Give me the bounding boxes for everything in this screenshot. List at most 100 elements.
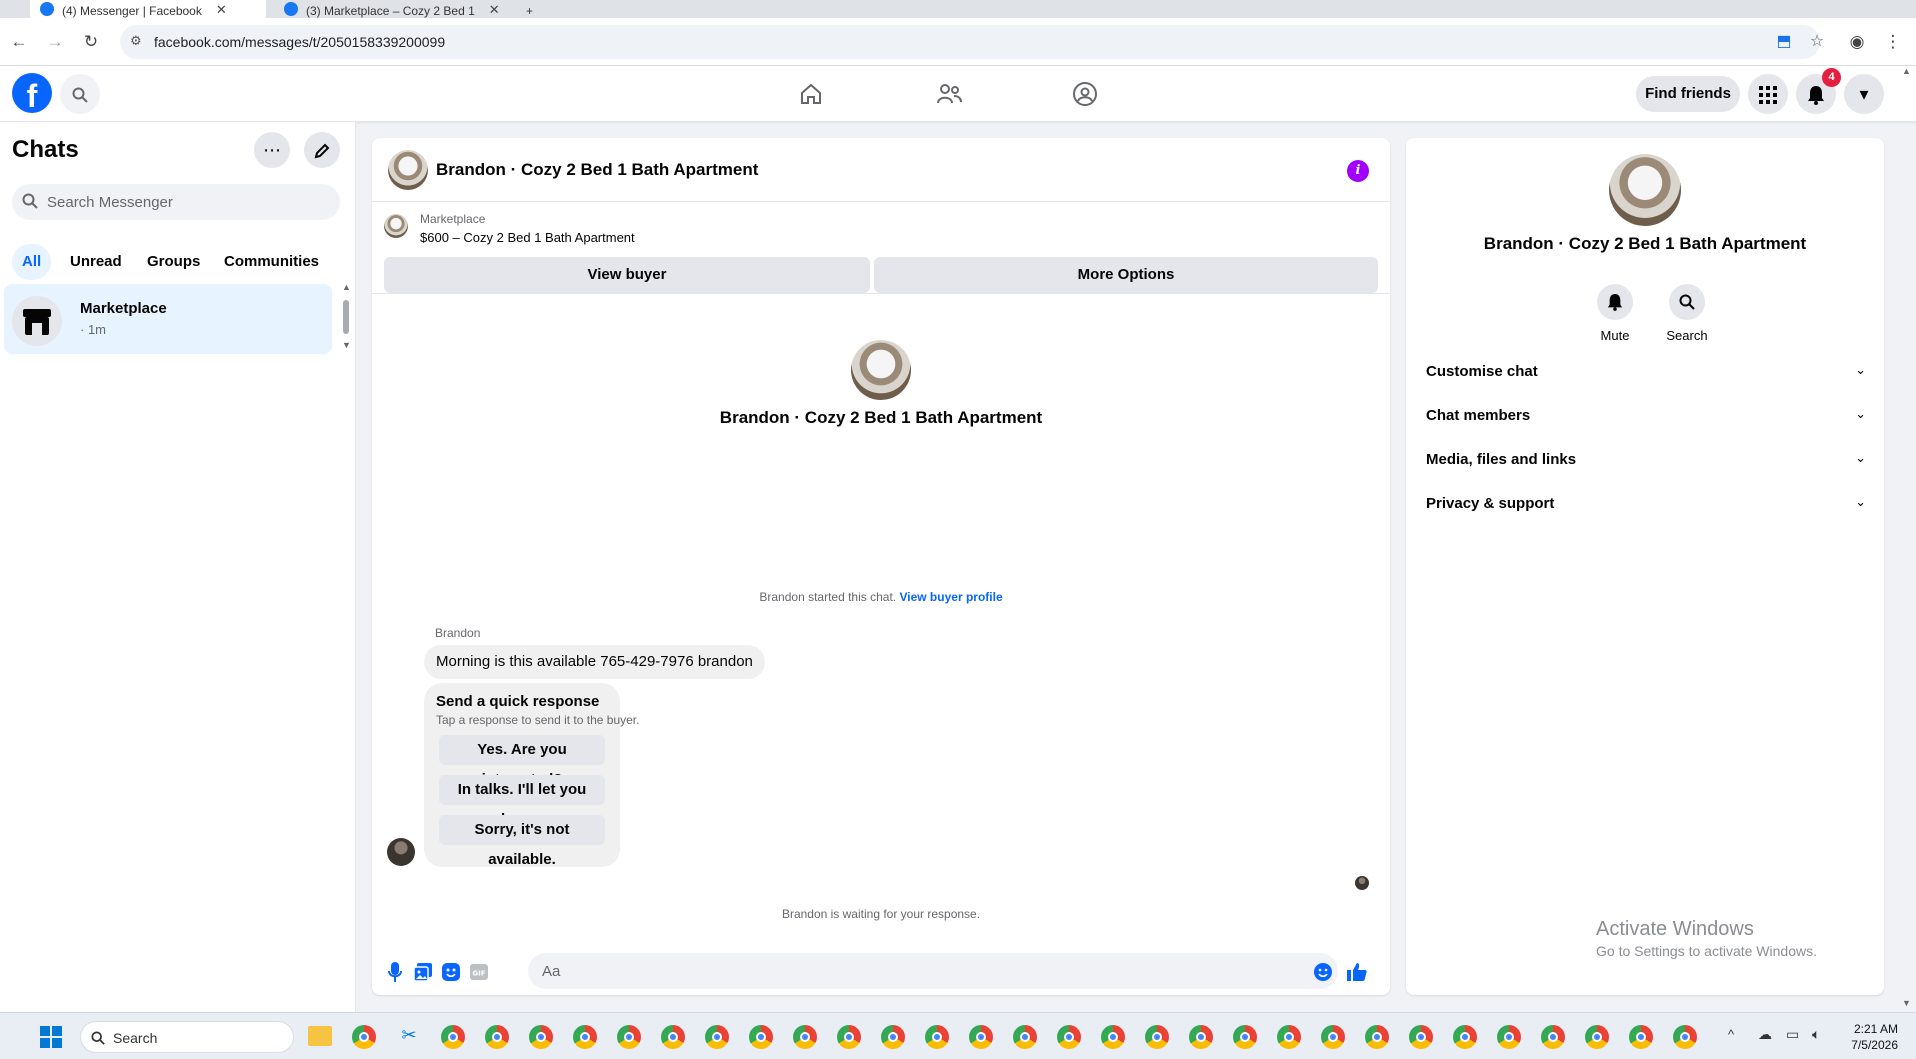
sticker-icon[interactable] — [440, 960, 462, 982]
quick-response-not-available-button[interactable]: Sorry, it's not available. — [439, 815, 605, 868]
chrome-icon[interactable] — [485, 1025, 509, 1049]
chrome-icon[interactable] — [1409, 1025, 1433, 1049]
chrome-icon[interactable] — [925, 1025, 949, 1049]
page-scroll-up-icon[interactable]: ▲ — [1902, 66, 1911, 76]
chrome-icon[interactable] — [1365, 1025, 1389, 1049]
menu-grid-icon[interactable] — [1748, 74, 1788, 114]
snipping-tool-icon[interactable]: ✂ — [398, 1025, 420, 1047]
forward-icon[interactable]: → — [44, 31, 66, 53]
search-action[interactable]: Search — [1657, 284, 1717, 343]
back-icon[interactable]: ← — [8, 31, 30, 53]
profile-icon[interactable]: ◉ — [1846, 31, 1868, 53]
chrome-icon[interactable] — [617, 1025, 641, 1049]
quick-response-in-talks-button[interactable]: In talks. I'll let you know. — [439, 775, 605, 828]
gif-icon[interactable]: GIF — [468, 960, 490, 982]
chrome-icon[interactable] — [1233, 1025, 1257, 1049]
view-buyer-button[interactable]: View buyer — [384, 257, 870, 293]
chat-list-item[interactable]: Marketplace · 1m — [4, 284, 332, 354]
browser-menu-icon[interactable]: ⋮ — [1882, 31, 1904, 53]
scrollbar-thumb[interactable] — [343, 300, 349, 334]
incoming-message-bubble[interactable]: Morning is this available 765-429-7976 b… — [424, 645, 765, 679]
microphone-icon[interactable] — [384, 960, 406, 983]
chrome-icon[interactable] — [661, 1025, 685, 1049]
new-message-icon[interactable] — [304, 132, 340, 168]
scroll-down-icon[interactable]: ▼ — [342, 340, 351, 350]
chrome-icon[interactable] — [1497, 1025, 1521, 1049]
chrome-icon[interactable] — [1013, 1025, 1037, 1049]
browser-tab-messenger[interactable]: (4) Messenger | Facebook ✕ — [30, 0, 266, 18]
sender-avatar[interactable] — [387, 838, 415, 866]
filter-groups[interactable]: Groups — [137, 244, 210, 280]
message-input[interactable] — [528, 953, 1338, 989]
chrome-icon[interactable] — [837, 1025, 861, 1049]
media-files-links-section[interactable]: Media, files and links ⌄ — [1414, 440, 1876, 480]
taskbar-clock[interactable]: 2:21 AM 7/5/2026 — [1838, 1021, 1898, 1053]
chrome-icon[interactable] — [529, 1025, 553, 1049]
more-options-icon[interactable]: ⋯ — [254, 132, 290, 168]
conversation-title[interactable]: Brandon · Cozy 2 Bed 1 Bath Apartment — [436, 160, 758, 180]
home-icon[interactable] — [795, 77, 827, 109]
chrome-icon[interactable] — [749, 1025, 773, 1049]
url-text[interactable]: facebook.com/messages/t/2050158339200099 — [154, 34, 445, 50]
privacy-support-section[interactable]: Privacy & support ⌄ — [1414, 484, 1876, 524]
chrome-icon[interactable] — [573, 1025, 597, 1049]
chat-list-scrollbar[interactable]: ▲ ▼ — [341, 282, 351, 350]
browser-tab-marketplace[interactable]: (3) Marketplace – Cozy 2 Bed 1 ✕ — [274, 0, 510, 18]
facebook-logo[interactable]: f — [12, 73, 52, 113]
page-scroll-down-icon[interactable]: ▼ — [1902, 998, 1911, 1008]
search-icon[interactable] — [60, 74, 100, 114]
chrome-icon[interactable] — [352, 1025, 376, 1049]
listing-title[interactable]: $600 – Cozy 2 Bed 1 Bath Apartment — [420, 230, 635, 245]
site-settings-icon[interactable]: ⚙ — [130, 33, 146, 49]
taskbar-search[interactable]: Search — [80, 1021, 294, 1053]
info-icon[interactable]: i — [1347, 160, 1369, 182]
photo-icon[interactable] — [412, 960, 434, 982]
tray-overflow-chevron-icon[interactable]: ^ — [1728, 1027, 1734, 1042]
chrome-icon[interactable] — [441, 1025, 465, 1049]
install-app-icon[interactable]: ⬒ — [1774, 32, 1794, 52]
chrome-icon[interactable] — [705, 1025, 729, 1049]
file-explorer-icon[interactable] — [308, 1026, 332, 1046]
chrome-icon[interactable] — [1585, 1025, 1609, 1049]
bookmark-star-icon[interactable]: ☆ — [1807, 32, 1827, 52]
more-options-button[interactable]: More Options — [874, 257, 1378, 293]
scroll-up-icon[interactable]: ▲ — [342, 282, 351, 292]
view-buyer-profile-link[interactable]: View buyer profile — [899, 590, 1002, 604]
chat-members-section[interactable]: Chat members ⌄ — [1414, 396, 1876, 436]
chrome-icon[interactable] — [1321, 1025, 1345, 1049]
network-icon[interactable]: ▭ — [1786, 1026, 1799, 1043]
chrome-icon[interactable] — [1057, 1025, 1081, 1049]
chrome-icon[interactable] — [1673, 1025, 1697, 1049]
chrome-icon[interactable] — [1629, 1025, 1653, 1049]
chrome-icon[interactable] — [1145, 1025, 1169, 1049]
chrome-icon[interactable] — [1101, 1025, 1125, 1049]
volume-icon[interactable]: 🔈︎ — [1812, 1026, 1820, 1043]
search-messenger-field[interactable]: Search Messenger — [12, 184, 340, 220]
mute-action[interactable]: Mute — [1585, 284, 1645, 343]
friends-icon[interactable] — [933, 77, 965, 109]
chrome-icon[interactable] — [793, 1025, 817, 1049]
chrome-icon[interactable] — [969, 1025, 993, 1049]
filter-all[interactable]: All — [12, 244, 52, 280]
chrome-icon[interactable] — [881, 1025, 905, 1049]
close-tab-icon[interactable]: ✕ — [216, 2, 227, 18]
quick-response-yes-button[interactable]: Yes. Are you interested? — [439, 735, 605, 788]
chrome-icon[interactable] — [1277, 1025, 1301, 1049]
search-icon[interactable] — [1669, 284, 1705, 320]
address-bar[interactable]: ⚙ facebook.com/messages/t/20501583392000… — [120, 25, 1824, 59]
groups-icon[interactable] — [1069, 77, 1101, 109]
reload-icon[interactable]: ↻ — [80, 31, 102, 53]
filter-unread[interactable]: Unread — [60, 244, 132, 280]
cloud-icon[interactable]: ☁ — [1758, 1026, 1772, 1043]
chrome-icon[interactable] — [1541, 1025, 1565, 1049]
bell-icon[interactable] — [1597, 284, 1633, 320]
close-tab-icon[interactable]: ✕ — [489, 2, 500, 18]
conversation-avatar[interactable] — [388, 150, 428, 190]
account-menu-chevron-down-icon[interactable]: ▾ — [1844, 74, 1884, 114]
filter-communities[interactable]: Communities — [214, 244, 329, 280]
windows-start-icon[interactable] — [40, 1026, 62, 1048]
emoji-icon[interactable] — [1312, 960, 1334, 982]
chrome-icon[interactable] — [1189, 1025, 1213, 1049]
find-friends-button[interactable]: Find friends — [1636, 76, 1740, 112]
chrome-icon[interactable] — [1453, 1025, 1477, 1049]
